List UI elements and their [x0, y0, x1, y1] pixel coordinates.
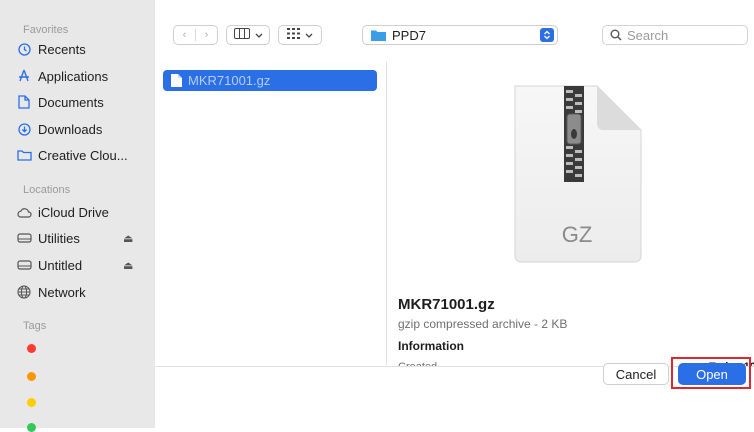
sidebar-item-label: Recents: [38, 41, 86, 57]
file-icon: [171, 74, 182, 87]
favorites-header: Favorites: [23, 24, 69, 36]
sidebar-item-icloud-drive[interactable]: iCloud Drive: [15, 201, 150, 223]
sidebar-item-label: Documents: [38, 94, 104, 110]
file-name: MKR71001.gz: [188, 73, 271, 88]
cancel-button[interactable]: Cancel: [603, 363, 669, 385]
sidebar-item-network[interactable]: Network: [15, 281, 150, 303]
sidebar-item-downloads[interactable]: Downloads: [15, 118, 150, 140]
back-forward-buttons[interactable]: ‹ ›: [173, 25, 218, 45]
chevron-down-icon: [305, 29, 313, 41]
search-field[interactable]: Search: [602, 25, 748, 45]
sidebar-item-untitled[interactable]: Untitled ⏏: [15, 254, 150, 276]
current-folder-label: PPD7: [392, 27, 426, 43]
popup-stepper-icon: [540, 28, 554, 42]
sidebar-item-label: Untitled: [38, 257, 83, 273]
folder-icon: [371, 29, 386, 41]
locations-header: Locations: [23, 184, 71, 196]
grid-icon: [287, 28, 300, 42]
file-column: [155, 62, 387, 365]
forward-button[interactable]: ›: [196, 29, 217, 41]
sidebar-item-label: Downloads: [38, 121, 103, 137]
preview-file-kind: gzip compressed archive - 2 KB: [398, 317, 568, 331]
sidebar-item-recents[interactable]: Recents: [15, 38, 150, 60]
eject-icon[interactable]: ⏏: [123, 232, 133, 245]
network-icon: [15, 285, 33, 299]
view-mode-button[interactable]: [226, 25, 270, 45]
cloud-icon: [15, 207, 33, 218]
applications-icon: [15, 69, 33, 83]
preview-file-name: MKR71001.gz: [398, 296, 495, 313]
eject-icon[interactable]: ⏏: [123, 259, 133, 272]
back-button[interactable]: ‹: [174, 29, 196, 41]
tag-orange[interactable]: [27, 372, 36, 381]
information-header: Information: [398, 339, 464, 353]
drive-icon: [15, 233, 33, 243]
sidebar-item-utilities[interactable]: Utilities ⏏: [15, 227, 150, 249]
folder-icon: [15, 149, 33, 161]
sidebar-item-label: Creative Clou...: [38, 147, 128, 163]
tags-header: Tags: [23, 320, 47, 332]
search-input[interactable]: Search: [627, 28, 668, 43]
sidebar-item-documents[interactable]: Documents: [15, 91, 150, 113]
sidebar-item-applications[interactable]: Applications: [15, 65, 150, 87]
chevron-down-icon: [255, 29, 263, 41]
open-button-highlight: [671, 357, 751, 389]
clock-icon: [15, 42, 33, 56]
sidebar: Favorites Recents Applications Documents…: [0, 0, 155, 432]
file-row-selected[interactable]: MKR71001.gz: [163, 70, 377, 91]
sidebar-item-label: iCloud Drive: [38, 204, 109, 220]
folder-popup[interactable]: PPD7: [362, 25, 558, 45]
archive-badge: GZ: [561, 222, 593, 247]
search-icon: [610, 29, 622, 41]
download-icon: [15, 122, 33, 136]
sidebar-item-label: Applications: [38, 68, 109, 84]
tag-red[interactable]: [27, 344, 36, 353]
drive-icon: [15, 260, 33, 270]
tag-yellow[interactable]: [27, 398, 36, 407]
sidebar-item-label: Network: [38, 284, 86, 300]
sidebar-item-label: Utilities: [38, 230, 80, 246]
group-button[interactable]: [278, 25, 322, 45]
sidebar-item-creative-cloud[interactable]: Creative Clou...: [15, 144, 150, 166]
columns-view-icon: [233, 28, 250, 42]
document-icon: [15, 95, 33, 109]
